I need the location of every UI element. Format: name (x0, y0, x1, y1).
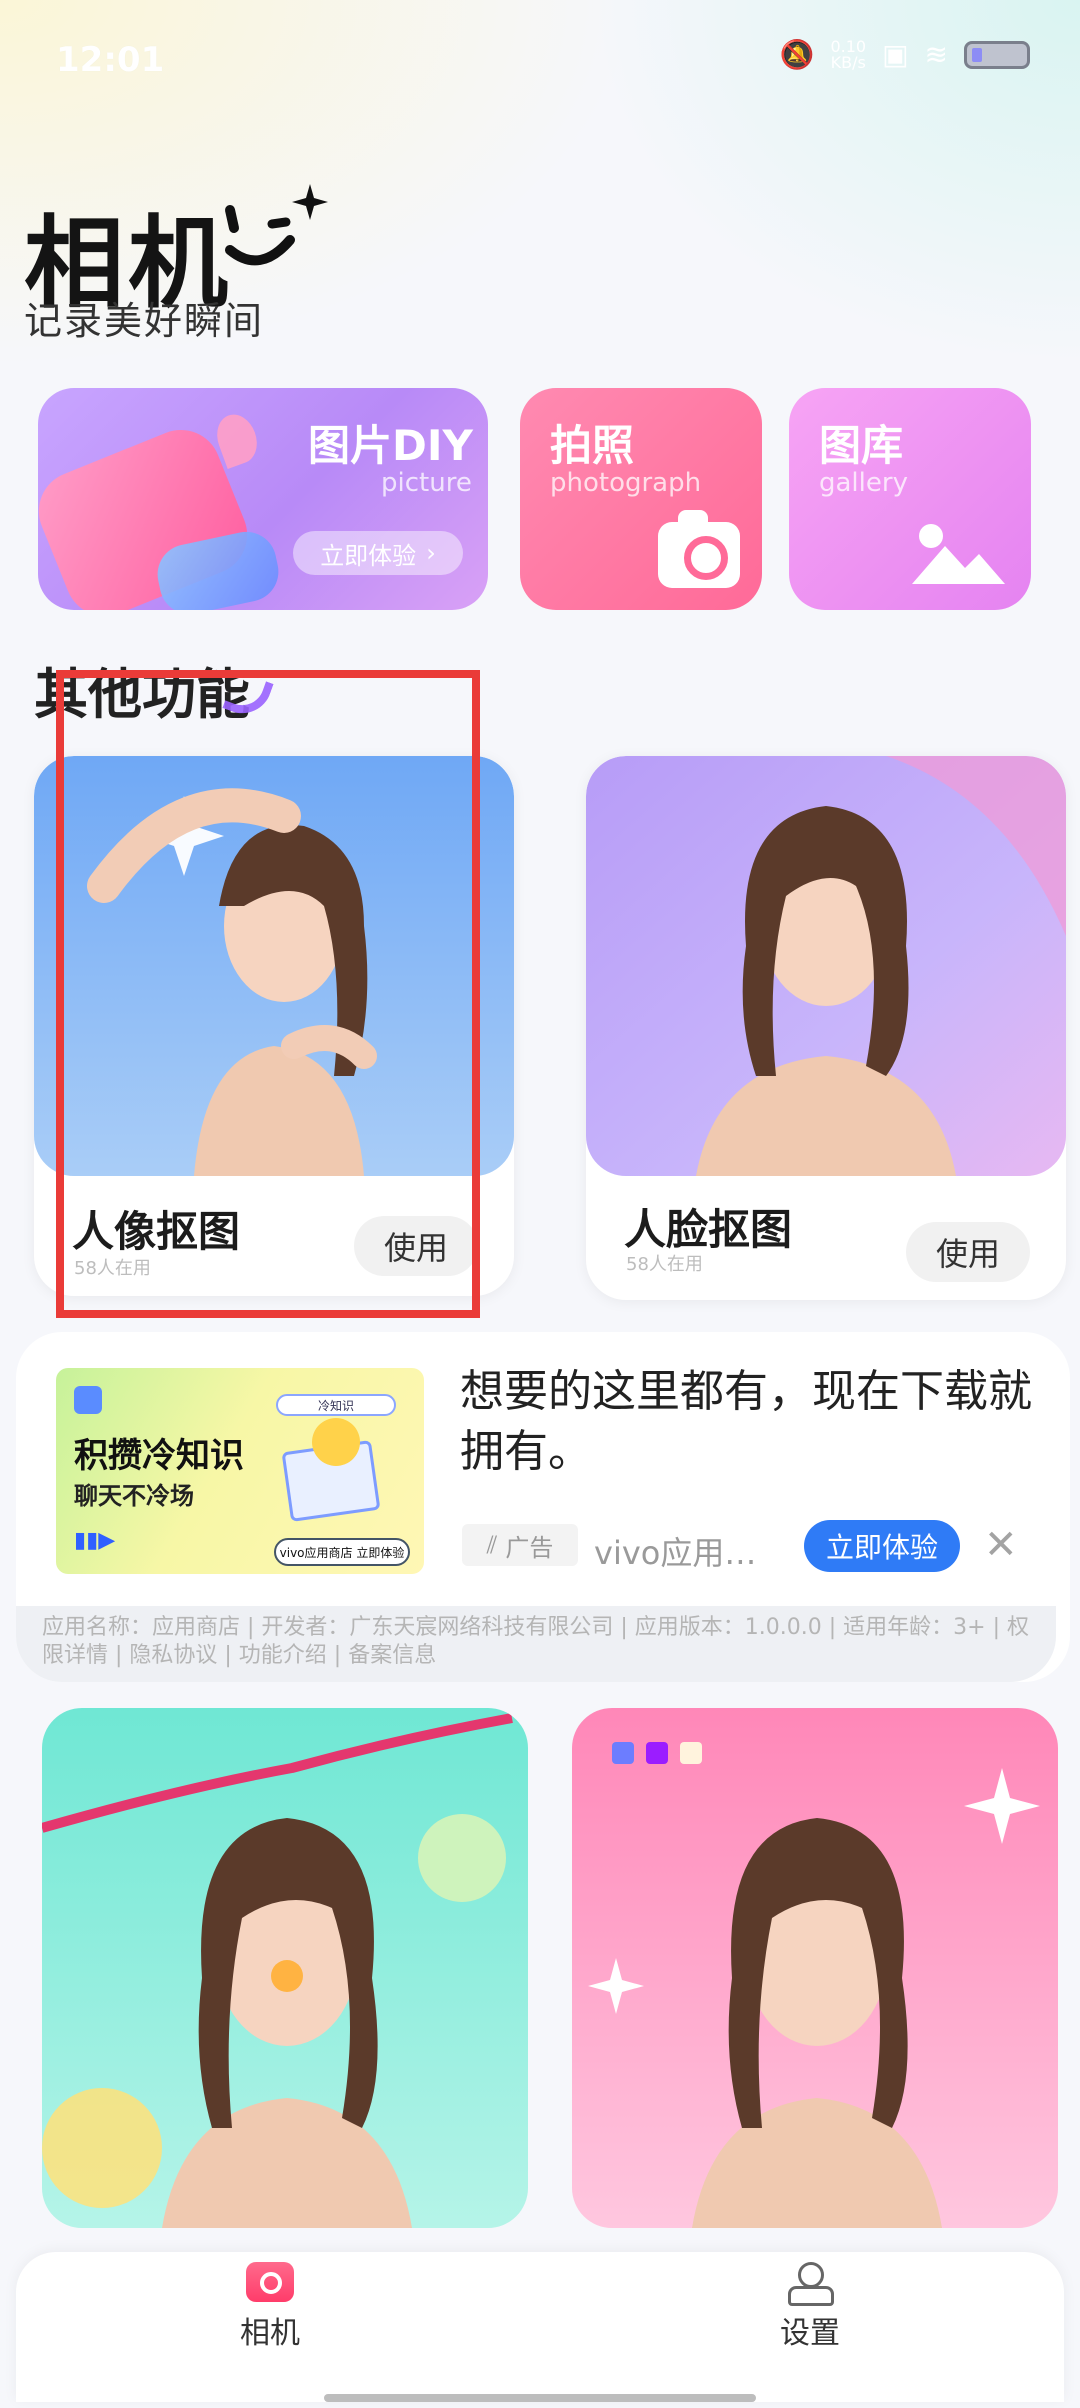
user-icon (786, 2262, 834, 2306)
network-speed-unit: KB/s (830, 52, 866, 72)
gallery-card[interactable]: 图库 gallery (789, 388, 1031, 610)
picture-diy-card[interactable]: 图片DIY picture 立即体验 › (38, 388, 488, 610)
ad-app-name: vivo应用… (594, 1534, 757, 1572)
sim-icon: ▣ (882, 38, 909, 71)
network-speed: 0.10 KB/s (830, 38, 866, 72)
nav-settings[interactable]: 设置 (740, 2262, 880, 2352)
home-indicator[interactable] (324, 2394, 756, 2402)
battery-icon (964, 40, 1030, 69)
gallery-subtitle: gallery (819, 468, 908, 498)
bottom-nav (16, 2252, 1064, 2402)
nav-camera[interactable]: 相机 (200, 2262, 340, 2352)
ad-thumb-search: 冷知识 (276, 1394, 396, 1416)
diy-try-button[interactable]: 立即体验 › (293, 531, 463, 575)
smile-logo-icon (225, 184, 328, 266)
gallery-title: 图库 (819, 421, 904, 470)
status-icons: 🔕 0.10 KB/s ▣ ≋ (780, 38, 1030, 71)
photograph-card[interactable]: 拍照 photograph (520, 388, 762, 610)
diy-subtitle: picture (381, 468, 472, 498)
lightbulb-icon (312, 1418, 360, 1466)
template-card-2[interactable] (572, 1708, 1058, 2228)
face-cutout-card[interactable]: 人脸抠图 58人在用 使用 (586, 756, 1066, 1300)
nav-camera-label: 相机 (240, 2316, 300, 2351)
ad-thumbnail[interactable]: 冷知识 积攒冷知识 聊天不冷场 ▮▮▶ vivo应用商店 立即体验 (56, 1368, 424, 1574)
ad-tag-label: 广告 (505, 1533, 554, 1562)
ad-footer-text[interactable]: 应用名称：应用商店 | 开发者：广东天宸网络科技有限公司 | 应用版本：1.0.… (42, 1614, 1032, 1670)
nav-settings-label: 设置 (780, 2316, 840, 2351)
ad-cta-button[interactable]: 立即体验 (804, 1520, 960, 1572)
ad-thumb-logo-icon (74, 1386, 102, 1414)
dot-cream (680, 1742, 702, 1764)
template-card-1[interactable] (42, 1708, 528, 2228)
ad-thumb-subtitle: 聊天不冷场 (74, 1482, 194, 1510)
mute-icon: 🔕 (779, 38, 815, 71)
chevron-right-icon: › (426, 539, 436, 567)
face-cutout-name: 人脸抠图 (624, 1205, 793, 1254)
dot-blue (612, 1742, 634, 1764)
color-dots (612, 1742, 702, 1764)
app-screen: 12:01 🔕 0.10 KB/s ▣ ≋ 相机 记录美好瞬间 图片DIY pi… (0, 0, 1080, 2408)
arrow-icon: ▮▮▶ (74, 1528, 116, 1553)
diy-title: 图片DIY (308, 421, 473, 470)
diy-try-label: 立即体验 (320, 541, 417, 570)
selection-highlight (56, 670, 480, 1318)
close-icon[interactable]: ✕ (984, 1522, 1018, 1568)
ad-thumb-pill: vivo应用商店 立即体验 (274, 1538, 410, 1566)
camera-tab-icon (246, 2262, 294, 2302)
camera-icon (658, 510, 740, 588)
ad-text: 想要的这里都有，现在下载就拥有。 (460, 1366, 1032, 1477)
wifi-icon: ≋ (924, 38, 948, 71)
mountain-image-icon (912, 524, 1005, 584)
ad-logo-icon: ⫽ (486, 1531, 498, 1559)
ad-tag: ⫽ 广告 (462, 1524, 578, 1566)
photo-title: 拍照 (550, 421, 635, 470)
ad-thumb-title: 积攒冷知识 (74, 1436, 244, 1476)
dot-purple (646, 1742, 668, 1764)
face-cutout-use-button[interactable]: 使用 (906, 1222, 1030, 1282)
photo-subtitle: photograph (550, 468, 702, 498)
status-bar: 12:01 🔕 0.10 KB/s ▣ ≋ (0, 0, 1080, 110)
status-time: 12:01 (56, 40, 165, 80)
page-subtitle: 记录美好瞬间 (24, 299, 265, 343)
face-cutout-count: 58人在用 (626, 1254, 703, 1275)
face-cutout-image (586, 756, 1066, 1176)
